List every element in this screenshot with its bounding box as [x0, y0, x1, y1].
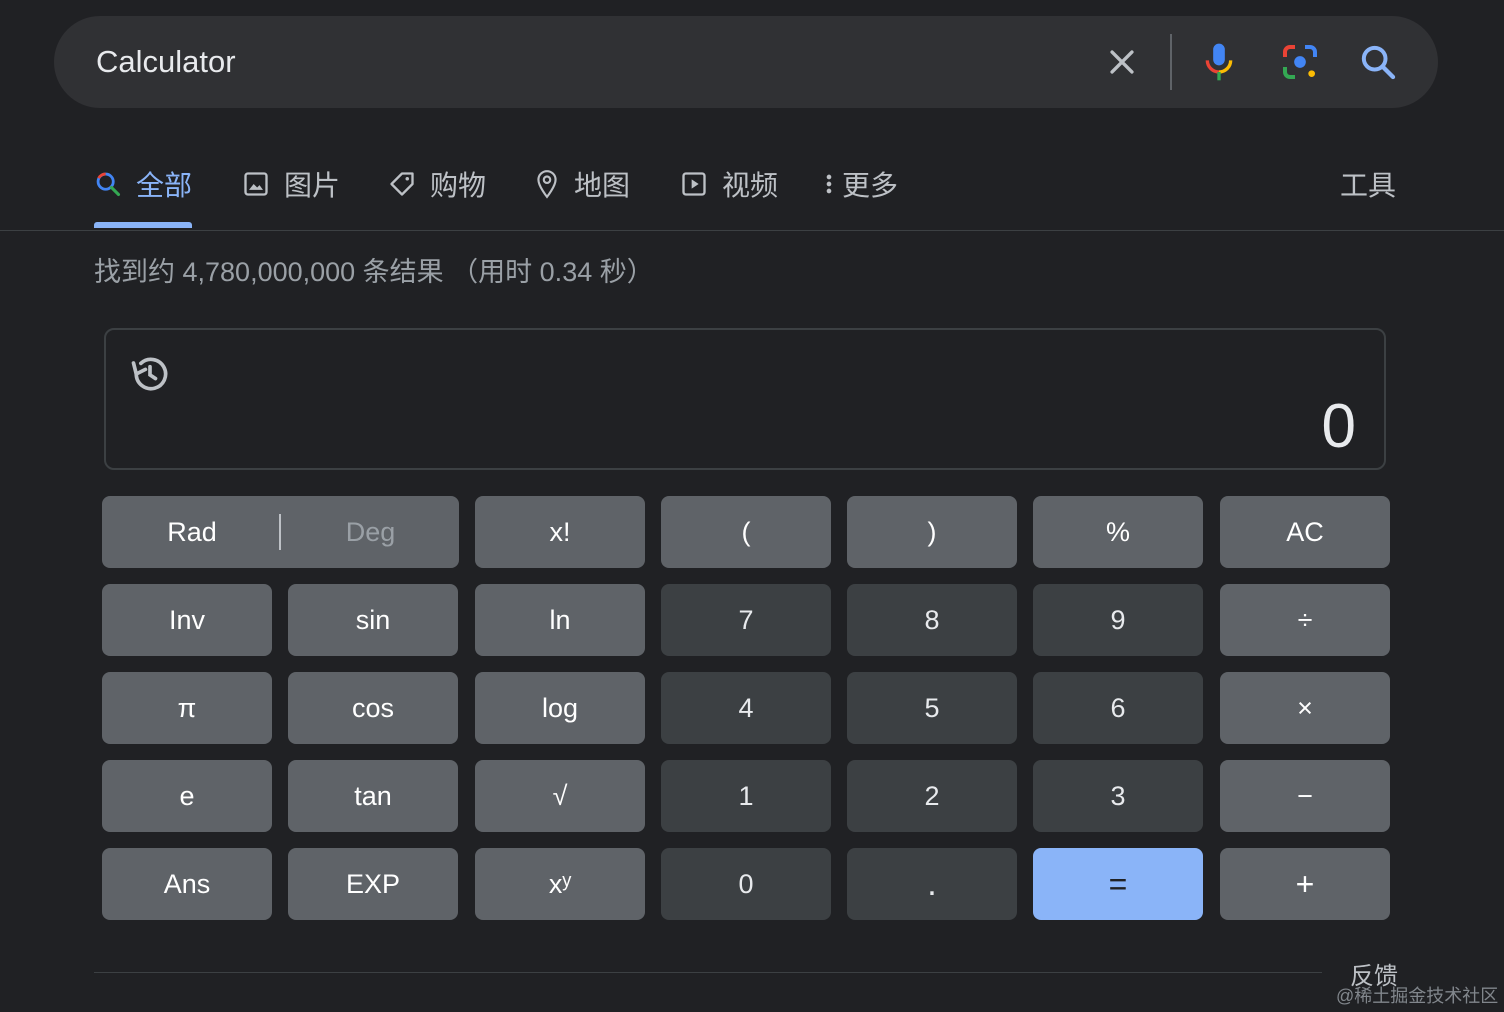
- ln-button[interactable]: ln: [475, 584, 645, 656]
- digit-2-button[interactable]: 2: [847, 760, 1017, 832]
- rad-deg-toggle[interactable]: Rad Deg: [102, 496, 459, 568]
- subtract-button[interactable]: −: [1220, 760, 1390, 832]
- search-bar[interactable]: Calculator: [54, 16, 1438, 108]
- digit-8-button[interactable]: 8: [847, 584, 1017, 656]
- tab-label: 购物: [430, 170, 487, 201]
- equals-button[interactable]: =: [1033, 848, 1203, 920]
- tab-label: 图片: [284, 170, 341, 201]
- search-icon[interactable]: [1356, 40, 1400, 84]
- tab-images[interactable]: 图片: [242, 140, 340, 228]
- tan-button[interactable]: tan: [288, 760, 458, 832]
- tab-more[interactable]: 更多: [824, 140, 898, 228]
- digit-4-button[interactable]: 4: [661, 672, 831, 744]
- pi-button[interactable]: π: [102, 672, 272, 744]
- open-paren-button[interactable]: (: [661, 496, 831, 568]
- add-button[interactable]: +: [1220, 848, 1390, 920]
- sqrt-button[interactable]: √: [475, 760, 645, 832]
- exp-button[interactable]: EXP: [288, 848, 458, 920]
- search-divider: [1170, 34, 1172, 90]
- tag-icon: [390, 172, 414, 196]
- rad-button[interactable]: Rad: [102, 517, 282, 548]
- deg-button[interactable]: Deg: [282, 517, 459, 548]
- all-clear-button[interactable]: AC: [1220, 496, 1390, 568]
- digit-5-button[interactable]: 5: [847, 672, 1017, 744]
- history-icon[interactable]: [128, 352, 172, 396]
- digit-6-button[interactable]: 6: [1033, 672, 1203, 744]
- watermark: @稀土掘金技术社区: [1336, 986, 1499, 1006]
- digit-0-button[interactable]: 0: [661, 848, 831, 920]
- search-icon: [96, 172, 121, 197]
- tools-button[interactable]: 工具: [1340, 140, 1396, 228]
- digit-7-button[interactable]: 7: [661, 584, 831, 656]
- answer-button[interactable]: Ans: [102, 848, 272, 920]
- active-tab-indicator: [94, 222, 192, 228]
- search-input[interactable]: Calculator: [96, 16, 236, 108]
- more-vert-icon: [826, 174, 832, 194]
- result-stats: 找到约 4,780,000,000 条结果 （用时 0.34 秒）: [94, 257, 654, 287]
- power-button[interactable]: xʸ: [475, 848, 645, 920]
- tab-shopping[interactable]: 购物: [388, 140, 486, 228]
- play-icon: [682, 172, 706, 196]
- results-divider: [94, 972, 1322, 973]
- euler-button[interactable]: e: [102, 760, 272, 832]
- tab-maps[interactable]: 地图: [534, 140, 630, 228]
- clear-icon[interactable]: [1100, 40, 1144, 84]
- rad-deg-separator: [279, 514, 281, 550]
- sin-button[interactable]: sin: [288, 584, 458, 656]
- tab-label: 全部: [136, 170, 193, 201]
- lens-icon[interactable]: [1278, 40, 1322, 84]
- tools-label: 工具: [1340, 170, 1397, 201]
- percent-button[interactable]: %: [1033, 496, 1203, 568]
- close-paren-button[interactable]: ): [847, 496, 1017, 568]
- image-icon: [244, 172, 268, 196]
- cos-button[interactable]: cos: [288, 672, 458, 744]
- tab-label: 地图: [574, 170, 631, 201]
- digit-1-button[interactable]: 1: [661, 760, 831, 832]
- microphone-icon[interactable]: [1197, 40, 1241, 84]
- digit-3-button[interactable]: 3: [1033, 760, 1203, 832]
- tab-label: 视频: [722, 170, 779, 201]
- inverse-button[interactable]: Inv: [102, 584, 272, 656]
- tab-videos[interactable]: 视频: [680, 140, 778, 228]
- divide-button[interactable]: ÷: [1220, 584, 1390, 656]
- multiply-button[interactable]: ×: [1220, 672, 1390, 744]
- search-tabs: 全部 图片 购物 地图 视频 更多 工具: [0, 140, 1504, 231]
- factorial-button[interactable]: x!: [475, 496, 645, 568]
- map-pin-icon: [537, 170, 557, 199]
- decimal-button[interactable]: .: [847, 848, 1017, 920]
- tab-label: 更多: [842, 170, 899, 201]
- digit-9-button[interactable]: 9: [1033, 584, 1203, 656]
- display-value: 0: [1321, 392, 1356, 461]
- tab-all[interactable]: 全部: [94, 140, 192, 228]
- log-button[interactable]: log: [475, 672, 645, 744]
- calculator-display: 0: [104, 328, 1386, 470]
